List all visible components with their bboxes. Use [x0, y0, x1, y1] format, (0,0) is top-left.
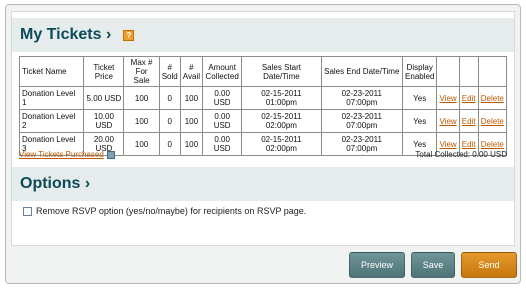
col-amount-collected: Amount Collected [202, 56, 243, 87]
sales-end: 02-23-2011 07:00pm [320, 86, 403, 110]
edit-cell: Edit [458, 86, 479, 110]
table-header-row: Ticket Name Ticket Price Max # For Sale … [18, 56, 508, 87]
col-ticket-name: Ticket Name [18, 56, 85, 87]
sales-start: 02-15-2011 01:00pm [241, 86, 322, 110]
edit-link[interactable]: Edit [462, 140, 476, 149]
col-sold: # Sold [158, 56, 181, 87]
col-view [436, 56, 460, 87]
table-footer: View Tickets Purchased Total Collected: … [19, 150, 507, 159]
display-enabled: Yes [401, 109, 438, 133]
col-avail: # Avail [179, 56, 204, 87]
delete-link[interactable]: Delete [481, 117, 504, 126]
col-max-for-sale: Max # For Sale [123, 56, 160, 87]
ticket-price: 5.00 USD [83, 86, 125, 110]
col-edit [458, 56, 479, 87]
ticket-price: 10.00 USD [83, 109, 125, 133]
send-button[interactable]: Send [461, 252, 517, 278]
avail-count: 100 [179, 86, 204, 110]
delete-cell: Delete [477, 109, 508, 133]
total-collected: Total Collected: 0.00 USD [415, 150, 507, 159]
col-sales-end: Sales End Date/Time [320, 56, 403, 87]
sales-start: 02-15-2011 02:00pm [241, 109, 322, 133]
end-date: 02-23-2011 [341, 135, 382, 144]
ticket-name: Donation Level 2 [18, 109, 85, 133]
col-delete [477, 56, 508, 87]
table-row: Donation Level 1 5.00 USD 100 0 100 0.00… [18, 86, 508, 110]
view-link[interactable]: View [440, 94, 457, 103]
remove-rsvp-label: Remove RSVP option (yes/no/maybe) for re… [36, 206, 307, 216]
start-date: 02-15-2011 [261, 135, 302, 144]
end-time: 07:00pm [346, 121, 378, 130]
help-icon[interactable]: ? [123, 29, 135, 41]
end-date: 02-23-2011 [341, 112, 382, 121]
edit-cell: Edit [458, 109, 479, 133]
edit-link[interactable]: Edit [462, 94, 476, 103]
delete-link[interactable]: Delete [481, 94, 504, 103]
view-cell: View [436, 86, 460, 110]
view-link[interactable]: View [440, 140, 457, 149]
edit-link[interactable]: Edit [462, 117, 476, 126]
start-date: 02-15-2011 [261, 112, 302, 121]
start-time: 01:00pm [265, 98, 297, 107]
view-cell: View [436, 109, 460, 133]
end-time: 07:00pm [346, 98, 378, 107]
view-tickets-purchased-link[interactable]: View Tickets Purchased [19, 150, 104, 159]
remove-rsvp-option[interactable]: Remove RSVP option (yes/no/maybe) for re… [23, 206, 306, 216]
max-for-sale: 100 [123, 86, 160, 110]
options-header: Options › [12, 167, 514, 201]
options-title[interactable]: Options › [20, 175, 90, 193]
remove-rsvp-checkbox[interactable] [23, 206, 32, 216]
my-tickets-header: My Tickets › ? [12, 18, 514, 52]
ticket-name: Donation Level 1 [18, 86, 85, 110]
content-panel: My Tickets › ? Ticket Name Ticket Price … [11, 11, 515, 246]
delete-cell: Delete [477, 86, 508, 110]
start-date: 02-15-2011 [261, 89, 302, 98]
sold-count: 0 [158, 109, 181, 133]
amount-collected: 0.00 USD [202, 86, 243, 110]
amount-collected: 0.00 USD [202, 109, 243, 133]
view-link[interactable]: View [440, 117, 457, 126]
col-ticket-price: Ticket Price [83, 56, 125, 87]
view-tickets-purchased: View Tickets Purchased [19, 150, 115, 159]
max-for-sale: 100 [123, 109, 160, 133]
tickets-table: Ticket Name Ticket Price Max # For Sale … [18, 56, 508, 156]
end-date: 02-23-2011 [341, 89, 382, 98]
preview-button[interactable]: Preview [349, 252, 405, 278]
save-button[interactable]: Save [411, 252, 455, 278]
popup-window-icon[interactable] [106, 150, 115, 159]
avail-count: 100 [179, 109, 204, 133]
display-enabled: Yes [401, 86, 438, 110]
sales-end: 02-23-2011 07:00pm [320, 109, 403, 133]
sold-count: 0 [158, 86, 181, 110]
table-row: Donation Level 2 10.00 USD 100 0 100 0.0… [18, 109, 508, 133]
delete-link[interactable]: Delete [481, 140, 504, 149]
col-sales-start: Sales Start Date/Time [241, 56, 322, 87]
col-display-enabled: Display Enabled [401, 56, 438, 87]
my-tickets-title[interactable]: My Tickets › [20, 26, 111, 44]
start-time: 02:00pm [265, 121, 297, 130]
